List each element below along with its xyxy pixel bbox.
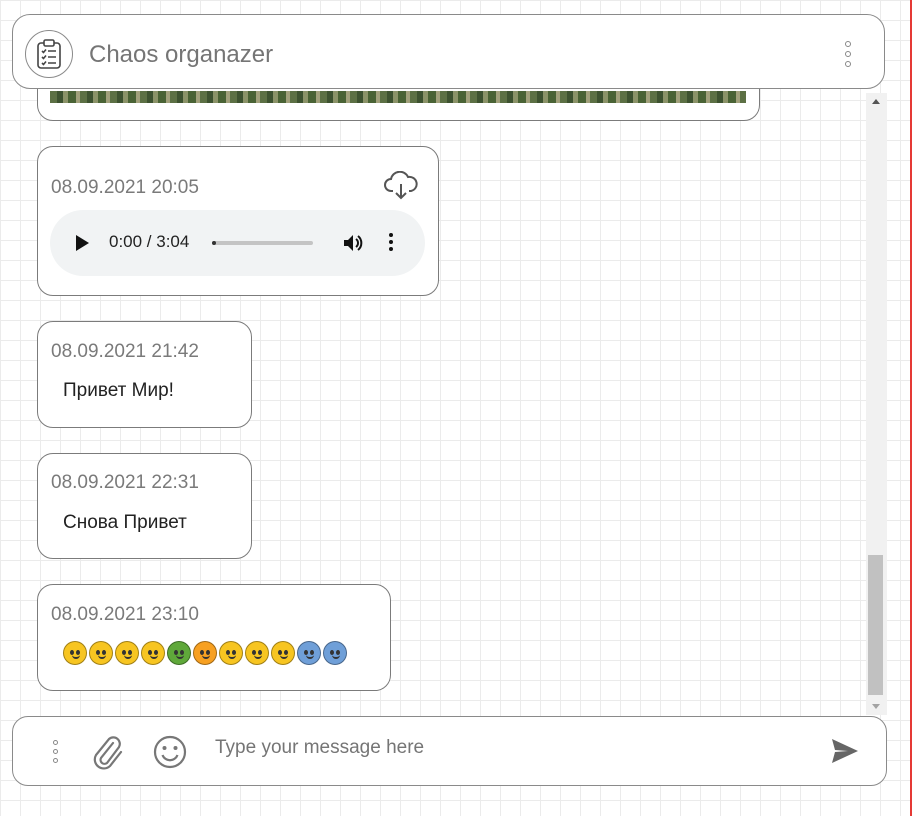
message-text: Снова Привет [63, 512, 187, 533]
scrollbar[interactable] [866, 93, 887, 715]
paperclip-icon[interactable] [91, 734, 125, 775]
nauseated-face-emoji-icon [167, 641, 191, 665]
message-input[interactable] [213, 732, 807, 764]
audio-options-icon[interactable] [389, 233, 393, 251]
app-title: Chaos organazer [89, 41, 274, 68]
smiley-icon[interactable] [152, 734, 188, 775]
loudly-crying-face-emoji-icon [141, 641, 165, 665]
scroll-up-arrow-icon[interactable] [872, 99, 880, 104]
fearful-face-emoji-icon [297, 641, 321, 665]
emoji-row [63, 641, 347, 665]
message-timestamp: 08.09.2021 21:42 [51, 341, 199, 362]
dizzy-face-emoji-icon [63, 641, 87, 665]
vertical-dots-icon[interactable] [845, 41, 851, 67]
angry-face-emoji-icon [193, 641, 217, 665]
volume-icon[interactable] [342, 232, 364, 259]
cloud-download-icon[interactable] [384, 170, 418, 206]
audio-player: 0:00 / 3:04 [50, 210, 425, 276]
emoji-message: 08.09.2021 23:10 [37, 584, 391, 691]
scroll-down-arrow-icon[interactable] [872, 704, 880, 709]
astonished-face-emoji-icon [219, 641, 243, 665]
message-timestamp: 08.09.2021 23:10 [51, 604, 199, 625]
confused-face-emoji-icon [89, 641, 113, 665]
clipboard-list-icon[interactable] [25, 30, 73, 78]
audio-message: 08.09.2021 20:05 0:00 / 3:04 [37, 146, 439, 296]
rolling-eyes-emoji-icon [115, 641, 139, 665]
scrollbar-thumb[interactable] [868, 555, 883, 695]
audio-progress-fill [212, 241, 216, 245]
app-header: Chaos organazer [12, 14, 885, 89]
text-message: 08.09.2021 21:42 Привет Мир! [37, 321, 252, 428]
play-icon[interactable] [76, 235, 89, 251]
message-timestamp: 08.09.2021 20:05 [51, 177, 199, 198]
fearful-face-emoji-icon [323, 641, 347, 665]
message-list[interactable]: 08.09.2021 20:05 0:00 / 3:04 08.09.2021 … [0, 0, 866, 716]
message-image[interactable] [50, 91, 746, 103]
text-message: 08.09.2021 22:31 Снова Привет [37, 453, 252, 559]
smiling-face-with-halo-emoji-icon [271, 641, 295, 665]
send-icon[interactable] [830, 737, 860, 770]
vertical-dots-icon[interactable] [53, 740, 58, 763]
message-timestamp: 08.09.2021 22:31 [51, 472, 199, 493]
loudly-crying-face-emoji-icon [245, 641, 269, 665]
audio-time: 0:00 / 3:04 [109, 232, 190, 251]
message-text: Привет Мир! [63, 380, 174, 401]
message-input-bar [12, 716, 887, 786]
audio-progress-slider[interactable] [212, 241, 313, 245]
